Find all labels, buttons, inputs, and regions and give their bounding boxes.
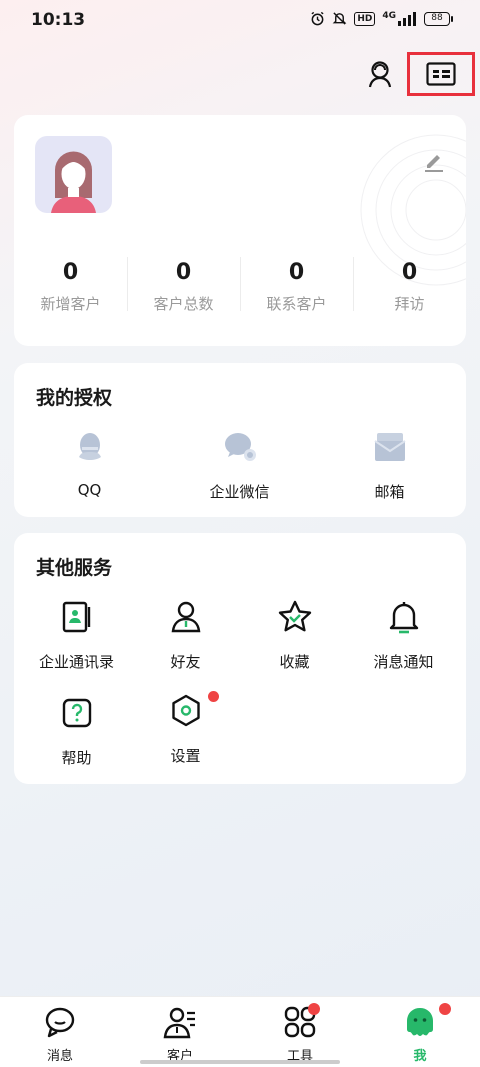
signal-icon xyxy=(398,11,416,26)
avatar-icon xyxy=(51,151,96,213)
edit-profile-button[interactable] xyxy=(422,149,446,173)
service-item-label: 好友 xyxy=(170,653,201,671)
battery-indicator: 88 xyxy=(424,11,453,26)
auth-item-qq[interactable]: QQ xyxy=(33,429,146,499)
stat-value: 0 xyxy=(401,260,418,285)
help-icon xyxy=(62,698,91,728)
service-item-enterprise-contacts[interactable]: 企业通讯录 xyxy=(20,599,133,672)
service-item-friends[interactable]: 好友 xyxy=(129,599,242,672)
contacts-book-icon xyxy=(62,601,90,633)
other-services-card: 其他服务 企业通讯录 好友 收藏 消息通知 帮助 设置 xyxy=(14,533,466,784)
tab-me[interactable]: 我 xyxy=(360,997,480,1067)
stat-contacted-customers[interactable]: 0 联系客户 xyxy=(240,255,353,314)
tab-label: 消息 xyxy=(46,1049,73,1064)
service-item-settings[interactable]: 设置 xyxy=(129,691,242,766)
bottom-tab-bar: 消息 客户 工具 我 xyxy=(0,996,480,1067)
stat-label: 新增客户 xyxy=(40,295,101,313)
stat-value: 0 xyxy=(62,260,79,285)
friend-icon xyxy=(171,601,200,633)
auth-item-wecom[interactable]: 企业微信 xyxy=(183,429,296,502)
auth-item-label: QQ xyxy=(77,481,102,499)
tab-messages[interactable]: 消息 xyxy=(0,997,120,1067)
notification-dot xyxy=(308,1003,320,1015)
status-icons: HD 4G 88 xyxy=(310,10,453,26)
authorization-card: 我的授权 QQ 企业微信 邮箱 xyxy=(14,363,466,517)
notification-dot xyxy=(208,691,219,702)
hd-badge: HD xyxy=(354,11,376,26)
service-item-label: 帮助 xyxy=(61,749,92,767)
stat-label: 拜访 xyxy=(394,295,425,313)
customer-icon xyxy=(163,1007,195,1039)
stat-value: 0 xyxy=(288,260,305,285)
stat-new-customers[interactable]: 0 新增客户 xyxy=(14,255,127,314)
auth-item-label: 企业微信 xyxy=(209,483,270,501)
home-indicator xyxy=(140,1060,340,1064)
service-item-label: 消息通知 xyxy=(373,653,434,671)
auth-item-mail[interactable]: 邮箱 xyxy=(333,429,446,502)
stats-row: 0 新增客户 0 客户总数 0 联系客户 0 拜访 xyxy=(14,255,466,314)
stat-total-customers[interactable]: 0 客户总数 xyxy=(127,255,240,314)
service-item-notifications[interactable]: 消息通知 xyxy=(347,599,460,672)
wecom-icon xyxy=(224,433,256,461)
business-card-icon xyxy=(426,62,456,86)
me-icon xyxy=(407,1008,433,1036)
service-item-label: 设置 xyxy=(170,747,201,765)
tab-label: 我 xyxy=(413,1049,427,1064)
alarm-icon xyxy=(311,11,324,26)
service-item-favorites[interactable]: 收藏 xyxy=(238,599,351,672)
mute-icon xyxy=(332,12,347,25)
bell-icon xyxy=(389,602,418,634)
business-card-button[interactable] xyxy=(407,52,475,96)
stat-label: 联系客户 xyxy=(266,295,327,313)
section-title: 我的授权 xyxy=(36,387,113,409)
status-time: 10:13 xyxy=(31,10,86,30)
avatar[interactable] xyxy=(35,136,112,213)
tab-tools[interactable]: 工具 xyxy=(240,997,360,1067)
network-label: 4G xyxy=(382,10,396,21)
tab-customers[interactable]: 客户 xyxy=(120,997,240,1067)
stat-visits[interactable]: 0 拜访 xyxy=(353,255,466,314)
headset-icon xyxy=(368,61,392,88)
message-icon xyxy=(45,1007,75,1038)
star-icon xyxy=(278,600,311,632)
stat-label: 客户总数 xyxy=(153,295,214,313)
customer-service-button[interactable] xyxy=(363,56,397,90)
section-title: 其他服务 xyxy=(36,557,113,579)
settings-icon xyxy=(171,694,200,727)
status-bar: 10:13 HD 4G 88 xyxy=(0,0,480,40)
stat-value: 0 xyxy=(175,260,192,285)
service-item-help[interactable]: 帮助 xyxy=(20,695,133,768)
profile-card: 0 新增客户 0 客户总数 0 联系客户 0 拜访 xyxy=(14,115,466,346)
qq-icon xyxy=(78,433,101,460)
service-item-label: 收藏 xyxy=(279,653,310,671)
notification-dot xyxy=(439,1003,451,1015)
auth-item-label: 邮箱 xyxy=(374,483,405,501)
mail-icon xyxy=(373,433,406,461)
pencil-icon xyxy=(425,155,443,172)
service-item-label: 企业通讯录 xyxy=(38,653,114,671)
